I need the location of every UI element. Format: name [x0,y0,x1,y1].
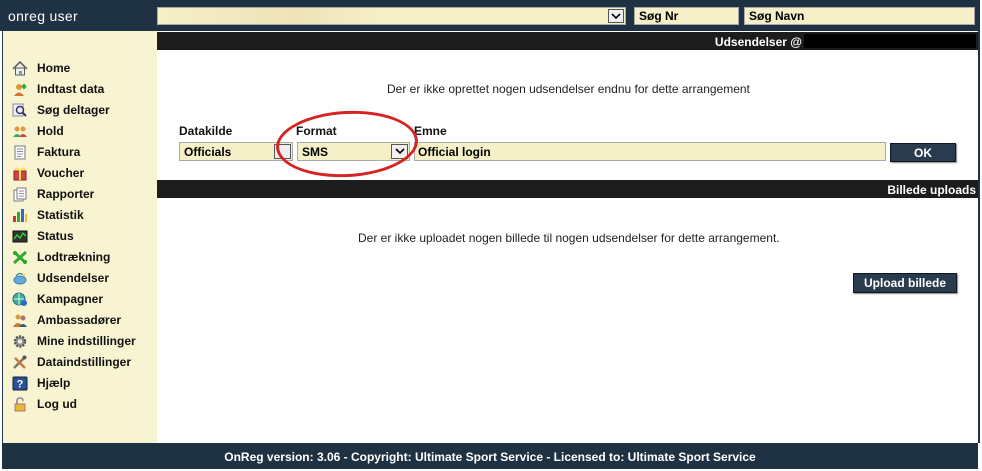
sidebar-item-mine-indstillinger[interactable]: Mine indstillinger [11,331,157,351]
status-icon [11,228,29,244]
lottery-icon [11,249,29,265]
right-border [978,31,980,443]
chevron-down-icon[interactable] [391,144,408,159]
sidebar-item-log-ud[interactable]: Log ud [11,394,157,414]
sidebar-item-hold[interactable]: Hold [11,121,157,141]
sidebar-item-label: Søg deltager [37,103,110,117]
broadcasts-empty-message: Der er ikke oprettet nogen udsendelser e… [387,82,750,96]
event-select-value [158,8,386,24]
sidebar-item-label: Statistik [37,208,84,222]
upload-image-button[interactable]: Upload billede [853,273,957,293]
format-value: SMS [302,145,329,159]
sidebar-item-status[interactable]: Status [11,226,157,246]
gear-icon [11,333,29,349]
campaign-icon [11,291,29,307]
help-icon: ? [11,375,29,391]
datakilde-label: Datakilde [179,124,233,138]
sidebar-item-label: Ambassadører [37,313,122,327]
invoice-icon [11,144,29,160]
sidebar-item-label: Rapporter [37,187,95,201]
sidebar-item-label: Kampagner [37,292,104,306]
top-bar: onreg user Søg Nr Søg Navn [0,0,980,31]
footer: OnReg version: 3.06 - Copyright: Ultimat… [2,443,978,469]
team-icon [11,123,29,139]
search-navn-input[interactable]: Søg Navn [744,7,975,25]
datakilde-value: Officials [184,145,232,159]
sidebar-item-ambassadorer[interactable]: Ambassadører [11,310,157,330]
tools-icon [11,354,29,370]
sidebar-item-home[interactable]: Home [11,58,157,78]
uploads-section-header: Billede uploads [157,180,978,198]
sidebar-item-label: Home [37,61,71,75]
sidebar-item-label: Udsendelser [37,271,110,285]
report-icon [11,186,29,202]
chevron-down-icon[interactable] [608,9,624,23]
broadcasts-section-header: Udsendelser @ [157,32,978,50]
sidebar-item-kampagner[interactable]: Kampagner [11,289,157,309]
sidebar-item-indtast-data[interactable]: Indtast data [11,79,157,99]
sidebar-item-label: Hjælp [37,376,71,390]
home-icon [11,60,29,76]
broadcasts-section-title: Udsendelser @ [714,35,802,49]
app-title: onreg user [8,8,78,24]
add-user-icon [11,81,29,97]
sidebar-item-lodtraekning[interactable]: Lodtrækning [11,247,157,267]
sidebar-item-label: Dataindstillinger [37,355,132,369]
sidebar-item-voucher[interactable]: Voucher [11,163,157,183]
gift-icon [11,165,29,181]
sidebar-item-label: Lodtrækning [37,250,111,264]
ambassador-icon [11,312,29,328]
sidebar-item-udsendelser[interactable]: Udsendelser [11,268,157,288]
sidebar-item-sog-deltager[interactable]: Søg deltager [11,100,157,120]
sidebar-item-hjaelp[interactable]: ? Hjælp [11,373,157,393]
footer-text: OnReg version: 3.06 - Copyright: Ultimat… [224,450,756,464]
sidebar-item-label: Indtast data [37,82,105,96]
sidebar-item-label: Faktura [37,145,81,159]
sidebar-item-dataindstillinger[interactable]: Dataindstillinger [11,352,157,372]
search-icon [11,102,29,118]
redacted-email [804,34,976,48]
sidebar: Home Indtast data Søg deltager Hold Fakt… [2,31,157,443]
lock-icon [11,396,29,412]
sidebar-item-statistik[interactable]: Statistik [11,205,157,225]
sidebar-item-label: Voucher [37,166,85,180]
ok-button[interactable]: OK [890,143,956,162]
uploads-section-title: Billede uploads [887,183,976,197]
emne-label: Emne [414,124,447,138]
sidebar-item-label: Log ud [37,397,77,411]
bar-chart-icon [11,207,29,223]
sidebar-item-label: Status [37,229,74,243]
sidebar-item-rapporter[interactable]: Rapporter [11,184,157,204]
broadcast-icon [11,270,29,286]
sidebar-item-label: Hold [37,124,64,138]
emne-input[interactable]: Official login [414,142,886,161]
uploads-empty-message: Der er ikke uploadet nogen billede til n… [358,231,780,245]
sidebar-item-faktura[interactable]: Faktura [11,142,157,162]
event-select[interactable] [157,7,626,25]
format-select[interactable]: SMS [297,142,410,161]
chevron-down-icon[interactable] [274,144,291,159]
svg-text:?: ? [17,378,24,390]
search-nr-input[interactable]: Søg Nr [634,7,739,25]
datakilde-select[interactable]: Officials [179,142,293,161]
sidebar-item-label: Mine indstillinger [37,334,136,348]
format-label: Format [296,124,337,138]
